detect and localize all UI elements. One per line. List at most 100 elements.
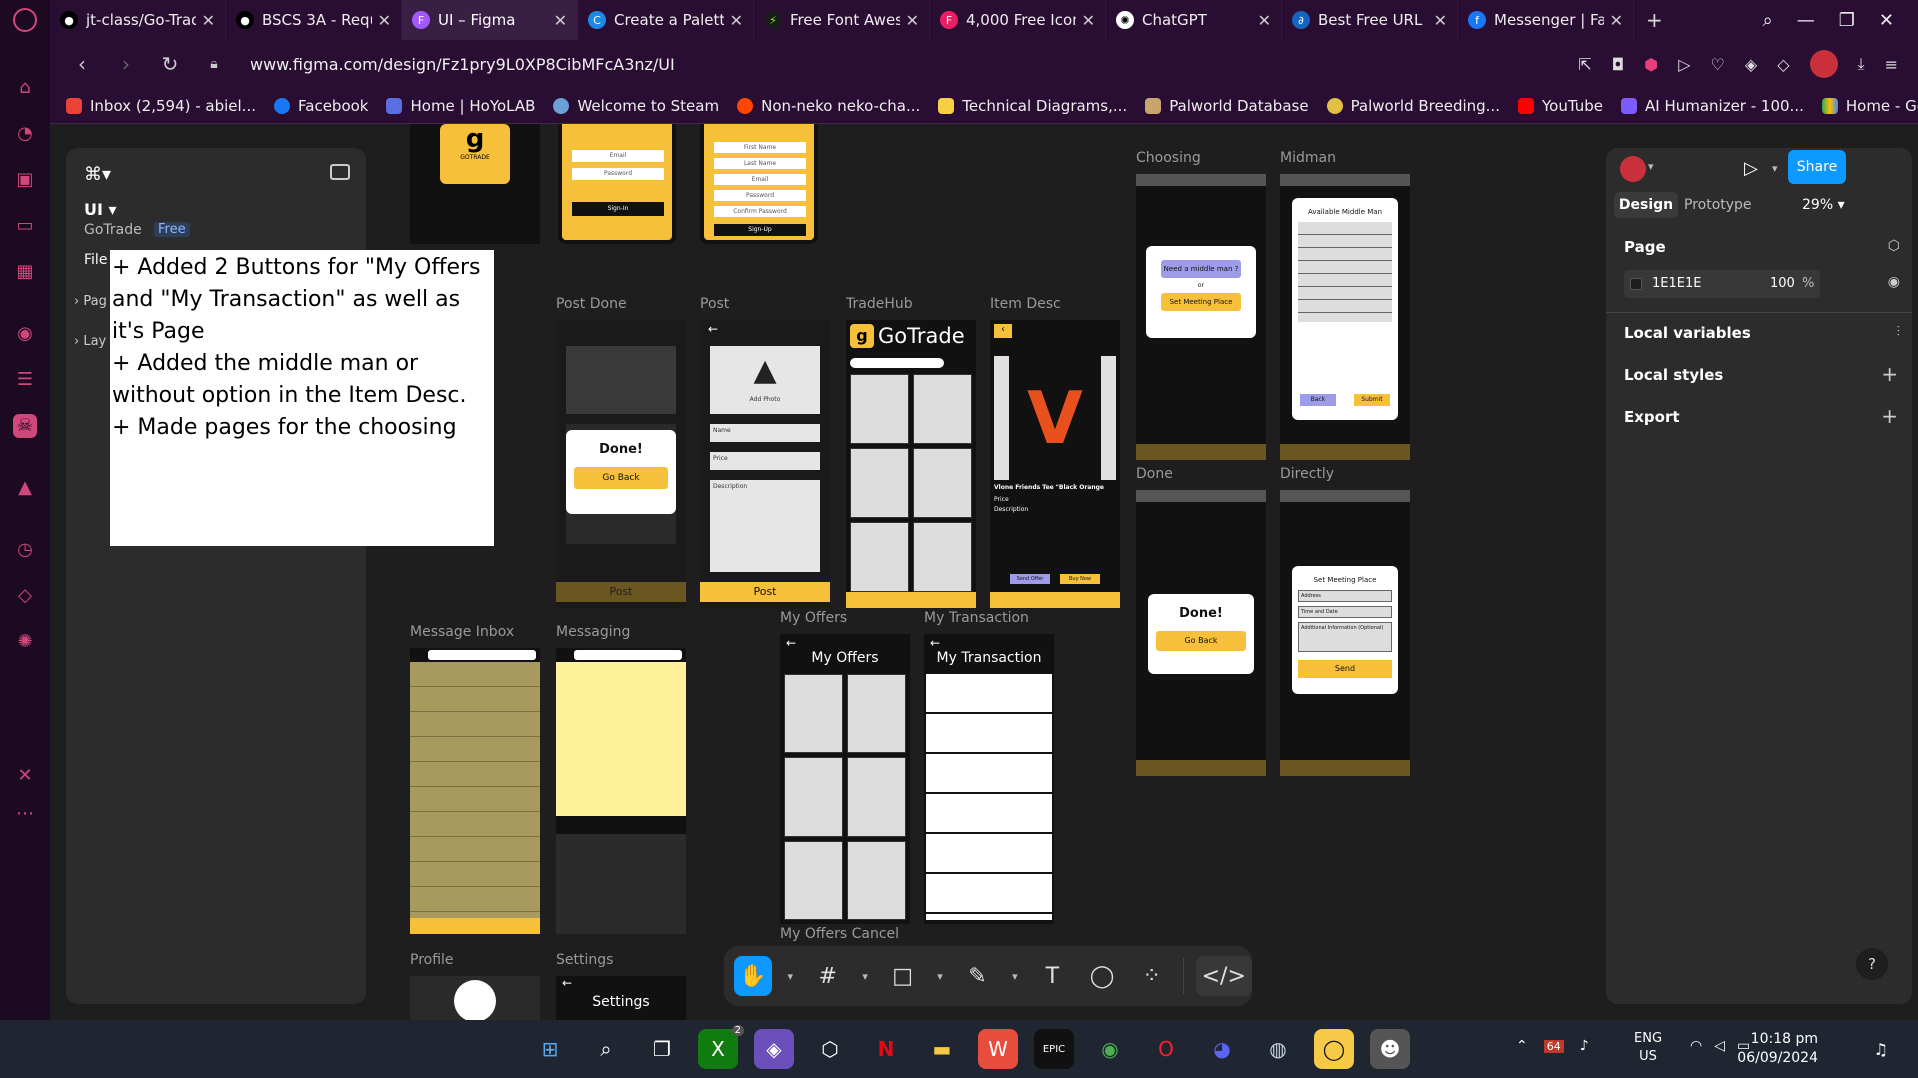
cube-icon[interactable]: ◇ (13, 584, 37, 608)
chevron-down-icon[interactable]: ▾ (784, 956, 797, 996)
address-field[interactable]: Address (1298, 590, 1392, 602)
offer-card[interactable] (784, 840, 843, 920)
bookmark-facebook[interactable]: Facebook (274, 97, 368, 115)
frame-messaging[interactable] (556, 648, 686, 934)
search-input[interactable] (850, 358, 944, 368)
bookmark-diagrams[interactable]: Technical Diagrams,... (938, 97, 1127, 115)
chevron-down-icon[interactable]: ▾ (859, 956, 872, 996)
chevron-down-icon[interactable]: ▾ (1008, 956, 1021, 996)
text-tool-icon[interactable]: T (1034, 956, 1072, 996)
product-card[interactable] (913, 448, 972, 518)
transaction-list[interactable] (926, 674, 1052, 920)
midman-list[interactable] (1298, 222, 1392, 322)
twitch-icon[interactable]: ▭ (13, 214, 37, 238)
team-name[interactable]: GoTrade (84, 222, 142, 238)
offer-card[interactable] (847, 840, 906, 920)
tab-prototype[interactable]: Prototype (1684, 197, 1752, 213)
list-icon[interactable]: ☰ (13, 368, 37, 392)
more-icon[interactable]: ⋯ (13, 802, 37, 826)
tab-url-shortener[interactable]: ∂ Best Free URL Sh ✕ (1282, 0, 1458, 40)
netflix-icon[interactable]: N (866, 1029, 906, 1069)
frame-choosing[interactable]: Need a middle man ? or Set Meeting Place (1136, 174, 1266, 460)
offer-card[interactable] (784, 674, 843, 754)
frame-signin[interactable]: Email Password Sign-In (558, 124, 676, 244)
frame-directly[interactable]: Set Meeting Place Address Time and Date … (1280, 490, 1410, 776)
tab-design[interactable]: Design (1614, 192, 1678, 218)
vpn-shield-icon[interactable]: ⬢ (1644, 55, 1658, 74)
resources-tool-icon[interactable]: ⁘ (1133, 956, 1171, 996)
minimize-icon[interactable]: — (1797, 10, 1815, 31)
go-back-button[interactable]: Go Back (1156, 631, 1246, 651)
user-avatar[interactable] (1620, 156, 1646, 182)
bookmark-google-drive[interactable]: Home - Google Drive (1821, 97, 1918, 115)
name-field[interactable]: Name (710, 424, 820, 442)
cube-icon[interactable]: ◇ (1777, 55, 1789, 74)
opera-gx-icon[interactable]: O (1146, 1029, 1186, 1069)
frame-logo[interactable]: g GOTRADE (410, 124, 540, 244)
pages-section[interactable]: › Pag (74, 294, 107, 309)
export-section[interactable]: Export (1624, 408, 1680, 426)
windows-start-icon[interactable]: ⊞ (530, 1029, 570, 1069)
close-icon[interactable]: ✕ (1610, 11, 1623, 30)
speed-dial-icon[interactable]: ◔ (13, 122, 37, 146)
opera-logo-icon[interactable] (13, 8, 37, 32)
restore-icon[interactable]: ❐ (1839, 10, 1855, 31)
chevron-down-icon[interactable]: ▾ (1648, 160, 1654, 173)
local-variables[interactable]: Local variables (1624, 324, 1751, 342)
keyboard[interactable] (556, 834, 686, 934)
figma-menu-icon[interactable]: ⌘▾ (84, 164, 111, 185)
frame-settings[interactable]: ← Settings (556, 976, 686, 1020)
search-input[interactable] (574, 650, 682, 660)
frame-message-inbox[interactable] (410, 648, 540, 934)
email-field[interactable]: Email (572, 150, 664, 162)
play-icon[interactable]: ▷ (1744, 158, 1758, 179)
add-style-icon[interactable]: + (1881, 362, 1898, 386)
pen-tool-icon[interactable]: ✎ (959, 956, 997, 996)
xbox-icon[interactable]: X2 (698, 1025, 744, 1069)
post-button[interactable]: Post (556, 582, 686, 602)
bookmark-reddit[interactable]: Non-neko neko-cha... (737, 97, 920, 115)
close-icon[interactable]: ✕ (730, 11, 743, 30)
settings-icon[interactable]: ✺ (13, 630, 37, 654)
tab-github-gotrade[interactable]: ● jt-class/Go-Trade ✕ (50, 0, 226, 40)
password-field[interactable]: Password (714, 190, 806, 201)
sidebar-toggle-icon[interactable] (330, 164, 350, 180)
microphone-icon[interactable]: ♪ (1580, 1038, 1589, 1054)
wps-icon[interactable]: W (978, 1029, 1018, 1069)
frame-my-offers[interactable]: ← My Offers (780, 634, 910, 924)
frame-post-done[interactable]: Done! Go Back Post (556, 320, 686, 608)
gamepad-icon[interactable]: ⌂ (13, 76, 37, 100)
file-name[interactable]: UI ▾ (84, 200, 117, 219)
discord-icon[interactable]: ◉ (13, 322, 37, 346)
a-icon[interactable]: ▲ (13, 476, 37, 500)
variables-icon[interactable]: ⫶ (1897, 324, 1901, 340)
page-color-field[interactable]: 1E1E1E 100 % (1624, 270, 1820, 298)
password-field[interactable]: Password (572, 168, 664, 180)
confirm-password-field[interactable]: Confirm Password (714, 206, 806, 217)
back-button[interactable]: Back (1300, 394, 1336, 406)
chevron-up-icon[interactable]: ⌃ (1516, 1038, 1528, 1054)
game-icon[interactable]: ◈ (754, 1029, 794, 1069)
calendar-icon[interactable]: ▦ (13, 260, 37, 284)
close-icon[interactable]: ✕ (378, 11, 391, 30)
frame-tradehub[interactable]: g GoTrade (846, 320, 976, 608)
profile-avatar[interactable] (1809, 50, 1838, 78)
signup-button[interactable]: Sign-Up (714, 224, 806, 236)
offer-card[interactable] (784, 757, 843, 837)
camera-icon[interactable]: ◘ (1612, 55, 1625, 74)
product-card[interactable] (850, 374, 909, 444)
url-field[interactable]: www.figma.com/design/Fz1pry9L0XP8CibMFcA… (250, 55, 675, 74)
close-icon[interactable]: ✕ (1082, 11, 1095, 30)
first-name-field[interactable]: First Name (714, 142, 806, 153)
frame-midman[interactable]: Available Middle Man Back Submit (1280, 174, 1410, 460)
back-arrow-icon[interactable]: ‹ (994, 324, 1012, 338)
share-page-icon[interactable]: ⇱ (1578, 55, 1591, 74)
menu-icon[interactable]: ≡ (1885, 55, 1898, 74)
notification-bell-icon[interactable]: ♫ (1874, 1040, 1888, 1059)
frame-post[interactable]: ← ▲ Add Photo Name Price Description Post (700, 320, 830, 608)
comment-tool-icon[interactable]: ◯ (1083, 956, 1121, 996)
notification-badge[interactable]: 64 (1543, 1039, 1564, 1053)
add-export-icon[interactable]: + (1881, 404, 1898, 428)
product-card[interactable] (913, 374, 972, 444)
unity-icon[interactable]: ⬡ (810, 1029, 850, 1069)
